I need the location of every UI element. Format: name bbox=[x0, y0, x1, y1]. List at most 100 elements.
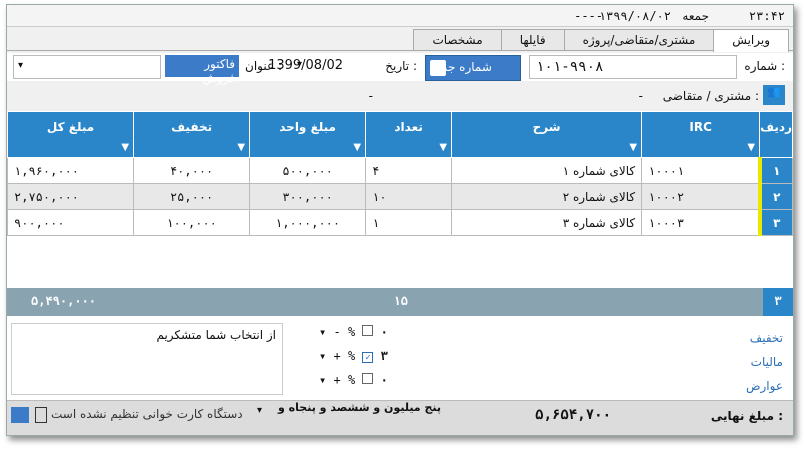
date-dropdown-icon[interactable]: ▾ bbox=[297, 59, 302, 70]
tax-dropdown-icon[interactable]: ▾ bbox=[319, 349, 326, 363]
number-label: شماره : bbox=[744, 59, 785, 73]
percent-sign: % bbox=[347, 325, 356, 339]
col-total-label: مبلغ کل bbox=[46, 120, 95, 134]
cell-total: ۲,۷۵۰,۰۰۰ bbox=[7, 183, 135, 210]
filter-icon[interactable]: ▼ bbox=[121, 142, 129, 153]
table-row[interactable]: ۲ ۱۰۰۰۲ کالای شماره ۲ ۱۰ ۳۰۰,۰۰۰ ۲۵,۰۰۰ … bbox=[7, 183, 793, 210]
col-qty[interactable]: تعداد ▼ bbox=[365, 111, 453, 158]
footer: مبلغ نهایی : ۵,۶۵۴,۷۰۰ پنج میلیون و ششصد… bbox=[7, 400, 793, 435]
col-total[interactable]: مبلغ کل ▼ bbox=[7, 111, 135, 158]
tax-checkbox[interactable]: ✓ bbox=[362, 352, 374, 363]
filter-icon[interactable]: ▼ bbox=[629, 142, 637, 153]
filter-icon[interactable]: ▼ bbox=[439, 142, 447, 153]
tax-value: ۳ bbox=[380, 349, 388, 363]
row-number: ۳ bbox=[757, 209, 793, 236]
cell-qty[interactable]: ۱ bbox=[365, 209, 453, 236]
weekday: جمعه bbox=[682, 9, 709, 23]
duties-checkbox[interactable] bbox=[362, 373, 374, 384]
customer-value: - bbox=[638, 89, 643, 103]
cell-disc[interactable]: ۲۵,۰۰۰ bbox=[133, 183, 251, 210]
calculator-icon[interactable] bbox=[11, 407, 29, 423]
customer-icon[interactable]: 👥 bbox=[763, 85, 785, 105]
tax-label: مالیات bbox=[750, 355, 783, 369]
discount-label: تخفیف bbox=[749, 331, 783, 345]
card-reader-icon bbox=[35, 407, 47, 423]
cell-irc[interactable]: ۱۰۰۰۱ bbox=[641, 157, 761, 184]
filter-icon[interactable]: ▼ bbox=[237, 142, 245, 153]
col-desc[interactable]: شرح ▼ bbox=[451, 111, 643, 158]
col-irc[interactable]: IRC ▼ bbox=[641, 111, 761, 158]
chevron-down-icon: ▾ bbox=[18, 60, 24, 71]
percent-sign: % bbox=[347, 349, 356, 363]
tab-bar: ویرایش مشتری/متقاضی/پروژه فایلها مشخصات bbox=[7, 29, 793, 52]
discount-checkbox[interactable] bbox=[362, 325, 374, 336]
tab-details[interactable]: مشخصات bbox=[413, 29, 502, 50]
filter-icon[interactable]: ▼ bbox=[747, 142, 755, 153]
date-label: تاریخ : bbox=[385, 59, 417, 73]
cell-desc[interactable]: کالای شماره ۳ bbox=[451, 209, 643, 236]
col-unit[interactable]: مبلغ واحد ▼ bbox=[249, 111, 367, 158]
discount-value: ۰ bbox=[380, 325, 388, 339]
title-label: عنوان : bbox=[245, 59, 282, 73]
cell-total: ۱,۹۶۰,۰۰۰ bbox=[7, 157, 135, 184]
col-qty-label: تعداد bbox=[394, 120, 423, 134]
col-disc-label: تخفیف bbox=[171, 120, 213, 134]
card-reader-status: دستگاه کارت خوانی تنظیم نشده است bbox=[51, 407, 243, 421]
cell-irc[interactable]: ۱۰۰۰۳ bbox=[641, 209, 761, 236]
status-date: ۱۳۹۹/۰۸/۰۲ bbox=[598, 9, 671, 23]
cell-unit[interactable]: ۱,۰۰۰,۰۰۰ bbox=[249, 209, 367, 236]
doc-number-field[interactable]: ۱۰۱-۹۹۰۸ bbox=[529, 55, 737, 79]
tab-files[interactable]: فایلها bbox=[500, 29, 565, 50]
cell-qty[interactable]: ۱۰ bbox=[365, 183, 453, 210]
plus-icon[interactable]: + bbox=[333, 349, 340, 363]
final-amount-value: ۵,۶۵۴,۷۰۰ bbox=[535, 407, 611, 423]
status-dash: ---- bbox=[574, 9, 603, 23]
col-row[interactable]: ردیف bbox=[759, 111, 793, 158]
card-reader-dropdown-icon[interactable]: ▾ bbox=[257, 405, 262, 416]
table-row[interactable]: ۳ ۱۰۰۰۳ کالای شماره ۳ ۱ ۱,۰۰۰,۰۰۰ ۱۰۰,۰۰… bbox=[7, 209, 793, 236]
totals-bar: ۳ ۱۵ ۵,۴۹۰,۰۰۰ bbox=[7, 288, 793, 316]
total-amount: ۵,۴۹۰,۰۰۰ bbox=[31, 294, 97, 308]
cell-disc[interactable]: ۴۰,۰۰۰ bbox=[133, 157, 251, 184]
adjust-controls: ▾ - % ۰ ▾ + % ✓ ۳ ▾ + % ۰ bbox=[319, 325, 419, 397]
row-number: ۲ bbox=[757, 183, 793, 210]
final-amount-label: مبلغ نهایی : bbox=[710, 409, 783, 423]
col-disc[interactable]: تخفیف ▼ bbox=[133, 111, 251, 158]
percent-sign: % bbox=[347, 373, 356, 387]
total-qty: ۱۵ bbox=[393, 294, 408, 308]
new-number-button[interactable]: شماره جدید bbox=[425, 55, 521, 81]
total-count: ۳ bbox=[763, 288, 793, 316]
filter-icon[interactable]: ▼ bbox=[353, 142, 361, 153]
customer-label: مشتری / متقاضی : bbox=[662, 89, 759, 103]
clock: ۲۳:۴۲ bbox=[748, 9, 785, 23]
col-desc-label: شرح bbox=[532, 120, 561, 134]
col-unit-label: مبلغ واحد bbox=[279, 120, 336, 134]
title-dropdown[interactable]: ▾ bbox=[13, 55, 161, 79]
cell-irc[interactable]: ۱۰۰۰۲ bbox=[641, 183, 761, 210]
invoice-window: ۲۳:۴۲ جمعه ۱۳۹۹/۰۸/۰۲ ---- ویرایش مشتری/… bbox=[6, 4, 794, 436]
amount-in-words: پنج میلیون و ششصد و پنجاه و bbox=[278, 401, 441, 414]
minus-icon[interactable]: - bbox=[333, 325, 340, 339]
duties-label: عوارض bbox=[746, 379, 783, 393]
tab-edit[interactable]: ویرایش bbox=[713, 29, 789, 52]
cell-desc[interactable]: کالای شماره ۱ bbox=[451, 157, 643, 184]
cell-desc[interactable]: کالای شماره ۲ bbox=[451, 183, 643, 210]
plus-icon[interactable]: + bbox=[333, 373, 340, 387]
cell-total: ۹۰۰,۰۰۰ bbox=[7, 209, 135, 236]
table-row[interactable]: ۱ ۱۰۰۰۱ کالای شماره ۱ ۴ ۵۰۰,۰۰۰ ۴۰,۰۰۰ ۱… bbox=[7, 157, 793, 184]
discount-dropdown-icon[interactable]: ▾ bbox=[319, 325, 326, 339]
cell-unit[interactable]: ۵۰۰,۰۰۰ bbox=[249, 157, 367, 184]
cell-disc[interactable]: ۱۰۰,۰۰۰ bbox=[133, 209, 251, 236]
customer-extra: - bbox=[368, 89, 373, 103]
status-bar: ۲۳:۴۲ جمعه ۱۳۹۹/۰۸/۰۲ ---- bbox=[7, 5, 793, 27]
cell-qty[interactable]: ۴ bbox=[365, 157, 453, 184]
settings-icon bbox=[430, 60, 446, 76]
duties-value: ۰ bbox=[380, 373, 388, 387]
duties-dropdown-icon[interactable]: ▾ bbox=[319, 373, 326, 387]
tab-customer[interactable]: مشتری/متقاضی/پروژه bbox=[563, 29, 715, 50]
row-number: ۱ bbox=[757, 157, 793, 184]
title-field[interactable]: فاکتور فروش bbox=[165, 55, 239, 85]
note-field[interactable]: از انتخاب شما متشکریم bbox=[11, 323, 283, 395]
cell-unit[interactable]: ۳۰۰,۰۰۰ bbox=[249, 183, 367, 210]
col-irc-label: IRC bbox=[689, 120, 712, 134]
